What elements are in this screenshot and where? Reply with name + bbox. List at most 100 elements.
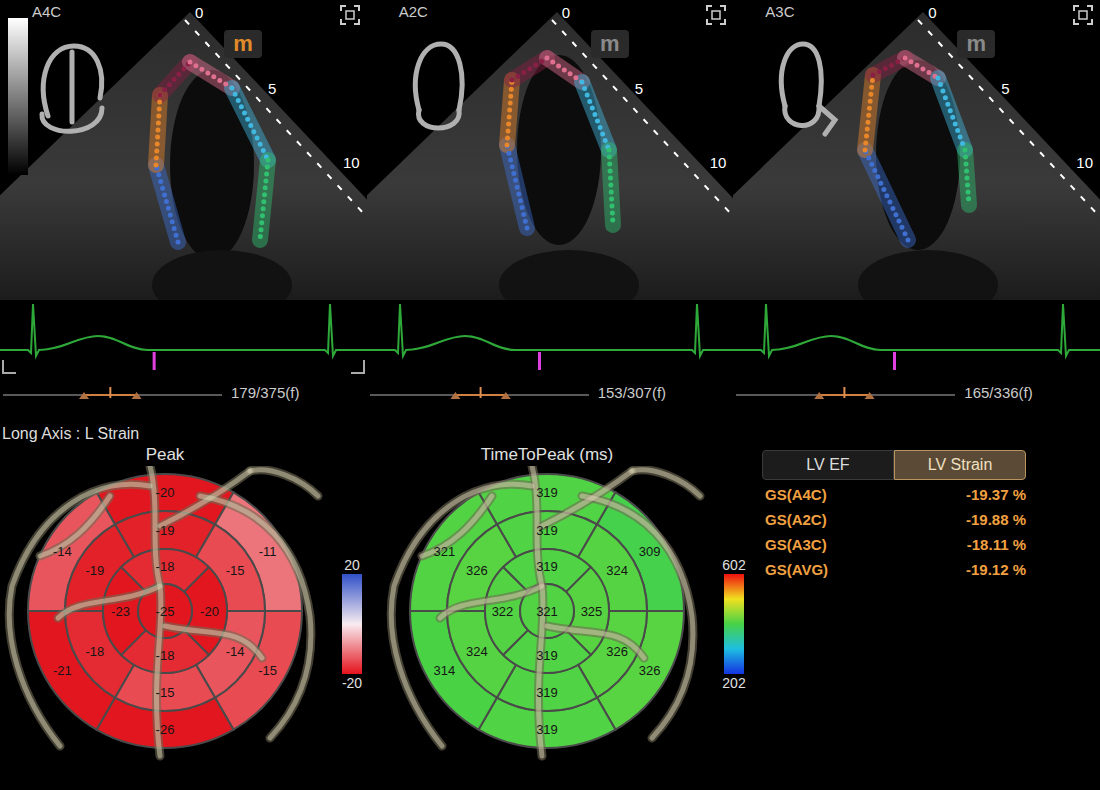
segment-value: -23 xyxy=(111,604,130,619)
depth-scale xyxy=(552,20,732,215)
bullseye-chart: -20-11-15-26-21-14-19-15-14-15-18-19-18-… xyxy=(0,466,330,766)
depth-mark: 10 xyxy=(1076,154,1093,172)
echo-image[interactable]: A2C0510m xyxy=(367,0,734,300)
coronary-vessels-icon xyxy=(391,466,700,756)
segment-value: 322 xyxy=(492,604,514,619)
strain-tracking xyxy=(865,58,969,240)
result-tabs: LV EFLV Strain xyxy=(762,450,1028,480)
segment-value: 325 xyxy=(581,604,603,619)
bullseye-chart: 319 309 326 319 314 321 319 324 326 319 324 326 319 3… xyxy=(382,466,712,766)
ecg-marker[interactable] xyxy=(538,352,541,370)
views-row: A4C0510m179/375(f)A2C0510m153/307(f)A3C0… xyxy=(0,0,1100,410)
scale-bar xyxy=(724,574,744,674)
result-tab[interactable]: LV Strain xyxy=(894,450,1026,480)
view-label: A3C xyxy=(765,3,794,21)
ecg-strip xyxy=(367,300,734,375)
scale-min: -20 xyxy=(342,674,362,692)
view-label: A4C xyxy=(32,3,61,21)
segment-value: -19 xyxy=(156,523,175,538)
depth-mark: 0 xyxy=(562,4,570,22)
ecg-strip xyxy=(733,300,1100,375)
segment-value: -20 xyxy=(156,485,175,500)
expand-icon[interactable] xyxy=(339,4,361,26)
global-strain-label: GS(A4C) xyxy=(765,486,827,504)
scale-max: 20 xyxy=(344,556,360,574)
expand-icon[interactable] xyxy=(705,4,727,26)
bullseye-title: Peak xyxy=(0,444,330,466)
results-area: Long Axis : L StrainPeak-20-11-15-26-21-… xyxy=(0,410,1100,790)
strain-tracking xyxy=(507,58,613,228)
global-strain-row: GS(A4C) -19.37 % xyxy=(762,482,1028,507)
segment-value: 324 xyxy=(466,644,488,659)
depth-mark: 10 xyxy=(343,154,360,172)
segment-value: -15 xyxy=(258,663,277,678)
depth-mark: 5 xyxy=(1001,80,1009,98)
global-strain-row: GS(AVG) -19.12 % xyxy=(762,557,1028,582)
heart-view-icon xyxy=(30,38,110,138)
global-strain-value: -19.12 % xyxy=(966,561,1026,579)
segment-value: -11 xyxy=(259,544,277,559)
echo-image[interactable]: A4C0510m xyxy=(0,0,367,300)
result-tab[interactable]: LV EF xyxy=(762,450,894,480)
segment-value: -18 xyxy=(156,648,175,663)
segment-value: 326 xyxy=(606,644,628,659)
mode-badge[interactable]: m xyxy=(957,30,995,58)
segment-value: -20 xyxy=(200,604,219,619)
depth-mark: 5 xyxy=(635,80,643,98)
strain-title: Long Axis : L Strain xyxy=(0,424,1100,444)
segment-value: -14 xyxy=(53,544,72,559)
scale-min: 202 xyxy=(722,674,745,692)
frame-counter: 179/375(f) xyxy=(231,384,299,402)
segment-value: 326 xyxy=(466,563,488,578)
results-panel: LV EFLV Strain GS(A4C) -19.37 % GS(A2C) -19.… xyxy=(762,450,1028,766)
segment-value: -26 xyxy=(156,722,175,737)
segment-value: 324 xyxy=(606,563,628,578)
depth-mark: 0 xyxy=(195,4,203,22)
ecg-strip xyxy=(0,300,367,375)
segment-value: 319 xyxy=(536,722,558,737)
grayscale-bar xyxy=(8,18,28,175)
global-strain-label: GS(A2C) xyxy=(765,511,827,529)
heart-view-icon xyxy=(763,38,843,138)
view-panel[interactable]: A3C0510m165/336(f) xyxy=(733,0,1100,410)
segment-value: -19 xyxy=(85,563,104,578)
global-strain-label: GS(AVG) xyxy=(765,561,828,579)
frame-slider[interactable] xyxy=(0,383,225,403)
segment-value: 326 xyxy=(639,663,661,678)
segment-value: -15 xyxy=(226,563,245,578)
frame-slider[interactable] xyxy=(367,383,592,403)
mode-badge[interactable]: m xyxy=(591,30,629,58)
segment-value: 321 xyxy=(434,544,456,559)
frame-row: 179/375(f) xyxy=(0,375,367,410)
segment-value: -18 xyxy=(156,559,175,574)
scale-bar xyxy=(342,574,362,674)
ecg-marker[interactable] xyxy=(893,352,896,370)
ecg-marker[interactable] xyxy=(153,352,156,370)
frame-row: 153/307(f) xyxy=(367,375,734,410)
view-panel[interactable]: A2C0510m153/307(f) xyxy=(367,0,734,410)
segment-value: 309 xyxy=(639,544,661,559)
segment-value: 319 xyxy=(536,685,558,700)
color-scale: 602202 xyxy=(718,556,750,766)
segment-value: 319 xyxy=(536,523,558,538)
global-strain-row: GS(A3C)-18.11 % xyxy=(762,532,1028,557)
echo-image[interactable]: A3C0510m xyxy=(733,0,1100,300)
segment-value: 319 xyxy=(536,559,558,574)
view-label: A2C xyxy=(399,3,428,21)
frame-slider[interactable] xyxy=(733,383,958,403)
global-strain-value: -19.37 % xyxy=(966,486,1026,504)
depth-scale xyxy=(185,20,365,215)
strain-analysis-screen: A4C0510m179/375(f)A2C0510m153/307(f)A3C0… xyxy=(0,0,1100,790)
segment-value: 319 xyxy=(536,648,558,663)
view-panel[interactable]: A4C0510m179/375(f) xyxy=(0,0,367,410)
segment-value: -14 xyxy=(226,644,245,659)
segment-value: 314 xyxy=(434,663,456,678)
strain-tracking xyxy=(156,62,268,242)
depth-scale xyxy=(918,20,1098,215)
apex-value: 321 xyxy=(536,604,558,619)
color-scale: 20 -20 xyxy=(336,556,368,766)
frame-counter: 165/336(f) xyxy=(964,384,1032,402)
expand-icon[interactable] xyxy=(1072,4,1094,26)
mode-badge[interactable]: m xyxy=(224,30,262,58)
segment-value: 319 xyxy=(536,485,558,500)
